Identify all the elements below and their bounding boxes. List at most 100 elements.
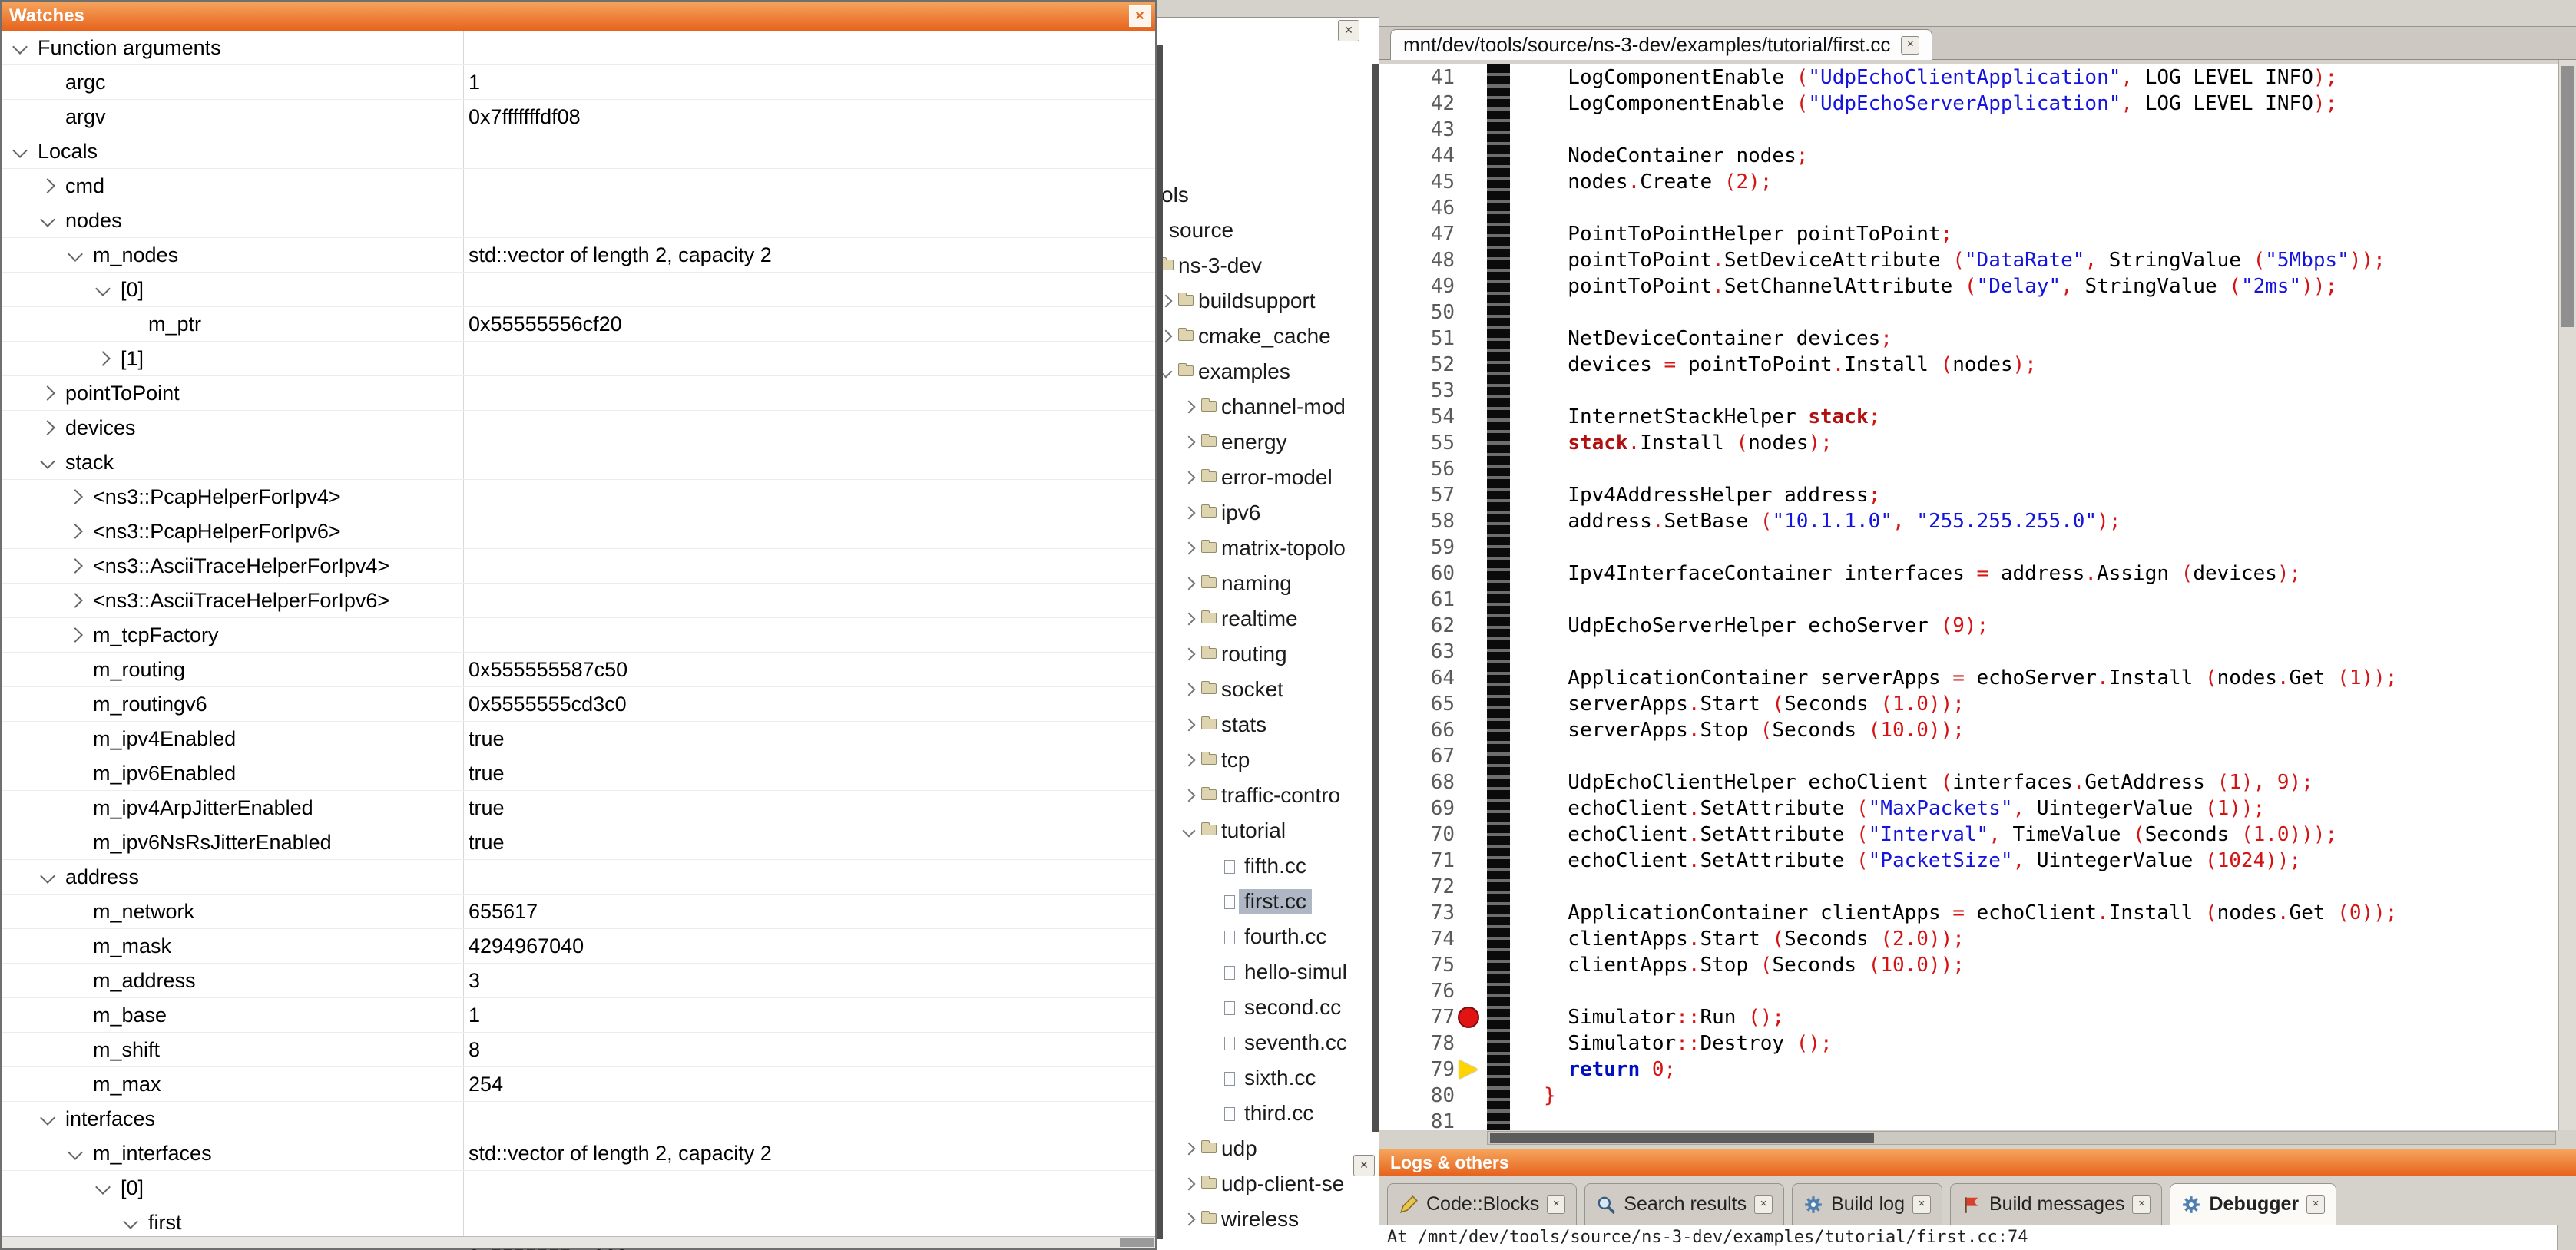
expander-right-icon[interactable] (1183, 719, 1196, 732)
watch-row[interactable]: m_ptr0x55555556cf20 (2, 307, 1155, 342)
code-line[interactable]: 41 LogComponentEnable ("UdpEchoClientApp… (1379, 64, 2558, 91)
tree-item-ns-3-dev[interactable]: ns-3-dev (1152, 249, 1379, 284)
code-line[interactable]: 64 ApplicationContainer serverApps = ech… (1379, 665, 2558, 691)
code-line[interactable]: 62 UdpEchoServerHelper echoServer (9); (1379, 613, 2558, 639)
expander-down-icon[interactable] (1183, 825, 1196, 838)
expander-right-icon[interactable] (1183, 789, 1196, 802)
code-line[interactable]: 72 (1379, 874, 2558, 900)
code-line[interactable]: 46 (1379, 195, 2558, 221)
expander-right-icon[interactable] (1183, 1143, 1196, 1156)
code-line[interactable]: 80} (1379, 1083, 2558, 1109)
watch-row[interactable]: [0] (2, 1171, 1155, 1205)
expander-right-icon[interactable] (95, 351, 111, 366)
logs-caption-bar[interactable]: Logs & others (1379, 1149, 2576, 1176)
watches-caption-bar[interactable]: Watches × (2, 2, 1155, 31)
expander-right-icon[interactable] (40, 385, 55, 401)
watch-row[interactable]: m_routingv60x5555555cd3c0 (2, 687, 1155, 722)
logs-tab-build-messages[interactable]: Build messages× (1950, 1183, 2162, 1225)
watches-hscroll-thumb[interactable] (1120, 1238, 1154, 1247)
code-line[interactable]: 54 InternetStackHelper stack; (1379, 404, 2558, 430)
code-line[interactable]: 81 (1379, 1109, 2558, 1130)
editor-tab[interactable]: mnt/dev/tools/source/ns-3-dev/examples/t… (1390, 29, 1932, 60)
tree-item-channel-mod[interactable]: channel-mod (1152, 390, 1379, 425)
tree-item-cmake-cache[interactable]: cmake_cache (1152, 319, 1379, 355)
tree-item-error-model[interactable]: error-model (1152, 461, 1379, 496)
code-line[interactable]: 65 serverApps.Start (Seconds (1.0)); (1379, 691, 2558, 717)
tree-item-udp[interactable]: udp (1152, 1132, 1379, 1167)
expander-down-icon[interactable] (68, 246, 83, 262)
expander-right-icon[interactable] (68, 558, 83, 574)
expander-right-icon[interactable] (1183, 1178, 1196, 1191)
code-line[interactable]: 50 (1379, 299, 2558, 326)
code-line[interactable]: 55 stack.Install (nodes); (1379, 430, 2558, 456)
tree-item-realtime[interactable]: realtime (1152, 602, 1379, 637)
code-line[interactable]: 42 LogComponentEnable ("UdpEchoServerApp… (1379, 91, 2558, 117)
editor-splitter[interactable] (1372, 64, 1379, 1132)
tab-close-icon[interactable]: × (1912, 1195, 1931, 1214)
expander-right-icon[interactable] (40, 178, 55, 193)
code-line[interactable]: 74 clientApps.Start (Seconds (2.0)); (1379, 926, 2558, 952)
expander-down-icon[interactable] (95, 1179, 111, 1195)
logs-panel-close-icon[interactable]: × (1353, 1155, 1375, 1176)
code-line[interactable]: 45 nodes.Create (2); (1379, 169, 2558, 195)
code-line[interactable]: 48 pointToPoint.SetDeviceAttribute ("Dat… (1379, 247, 2558, 273)
watch-row[interactable]: m_interfacesstd::vector of length 2, cap… (2, 1136, 1155, 1171)
watch-row[interactable]: [1] (2, 342, 1155, 376)
tab-close-icon[interactable]: × (1547, 1195, 1565, 1214)
watch-row[interactable]: m_network655617 (2, 895, 1155, 929)
code-line[interactable]: 61 (1379, 587, 2558, 613)
expander-right-icon[interactable] (1183, 577, 1196, 590)
watch-row[interactable]: m_mask4294967040 (2, 929, 1155, 964)
watch-row[interactable]: argv0x7fffffffdf08 (2, 100, 1155, 134)
tree-item-fourth-cc[interactable]: fourth.cc (1152, 920, 1379, 955)
tree-item-matrix-topolo[interactable]: matrix-topolo (1152, 531, 1379, 567)
watch-row[interactable]: m_nodesstd::vector of length 2, capacity… (2, 238, 1155, 273)
editor-hscrollbar[interactable] (1487, 1131, 2556, 1145)
tree-item-ipv6[interactable]: ipv6 (1152, 496, 1379, 531)
code-line[interactable]: 70 echoClient.SetAttribute ("Interval", … (1379, 822, 2558, 848)
code-line[interactable]: 57 Ipv4AddressHelper address; (1379, 482, 2558, 508)
code-line[interactable]: 68 UdpEchoClientHelper echoClient (inter… (1379, 769, 2558, 795)
tree-item-energy[interactable]: energy (1152, 425, 1379, 461)
tree-item-wireless[interactable]: wireless (1152, 1202, 1379, 1238)
tab-close-icon[interactable]: × (2306, 1195, 2325, 1214)
watch-row[interactable]: m_address3 (2, 964, 1155, 998)
logs-tab-build-log[interactable]: Build log× (1792, 1183, 1942, 1225)
expander-right-icon[interactable] (1183, 471, 1196, 484)
tree-item-examples[interactable]: examples (1152, 355, 1379, 390)
code-line[interactable]: 58 address.SetBase ("10.1.1.0", "255.255… (1379, 508, 2558, 534)
expander-right-icon[interactable] (1183, 1213, 1196, 1226)
expander-right-icon[interactable] (1183, 683, 1196, 696)
watch-row[interactable]: devices (2, 411, 1155, 445)
watch-row[interactable]: Function arguments (2, 31, 1155, 65)
code-line[interactable]: 69 echoClient.SetAttribute ("MaxPackets"… (1379, 795, 2558, 822)
tree-item-seventh-cc[interactable]: seventh.cc (1152, 1026, 1379, 1061)
logs-tab-debugger[interactable]: Debugger× (2170, 1183, 2336, 1225)
code-line[interactable]: 67 (1379, 743, 2558, 769)
watch-row[interactable]: <ns3::PcapHelperForIpv6> (2, 514, 1155, 549)
tree-item-traffic-contro[interactable]: traffic-contro (1152, 779, 1379, 814)
tree-item-udp-client-se[interactable]: udp-client-se (1152, 1167, 1379, 1202)
hscroll-thumb[interactable] (1490, 1133, 1874, 1143)
watch-row[interactable]: m_ipv4Enabledtrue (2, 722, 1155, 756)
watch-row[interactable]: stack (2, 445, 1155, 480)
code-line[interactable]: 49 pointToPoint.SetChannelAttribute ("De… (1379, 273, 2558, 299)
tree-item-naming[interactable]: naming (1152, 567, 1379, 602)
code-line[interactable]: 44 NodeContainer nodes; (1379, 143, 2558, 169)
code-line[interactable]: 66 serverApps.Stop (Seconds (10.0)); (1379, 717, 2558, 743)
code-line[interactable]: 73 ApplicationContainer clientApps = ech… (1379, 900, 2558, 926)
watch-row[interactable]: m_max254 (2, 1067, 1155, 1102)
expander-right-icon[interactable] (1183, 401, 1196, 414)
code-line[interactable]: 47 PointToPointHelper pointToPoint; (1379, 221, 2558, 247)
tree-item-second-cc[interactable]: second.cc (1152, 990, 1379, 1026)
tree-item-routing[interactable]: routing (1152, 637, 1379, 673)
watch-row[interactable]: m_ipv6Enabledtrue (2, 756, 1155, 791)
watch-row[interactable]: m_ipv4ArpJitterEnabledtrue (2, 791, 1155, 825)
watch-row[interactable]: cmd (2, 169, 1155, 203)
code-line[interactable]: 63 (1379, 639, 2558, 665)
watch-row[interactable]: nodes (2, 203, 1155, 238)
expander-right-icon[interactable] (68, 627, 83, 643)
watch-row[interactable]: m_routing0x555555587c50 (2, 653, 1155, 687)
expander-down-icon[interactable] (12, 39, 28, 55)
watch-row[interactable]: pointToPoint (2, 376, 1155, 411)
